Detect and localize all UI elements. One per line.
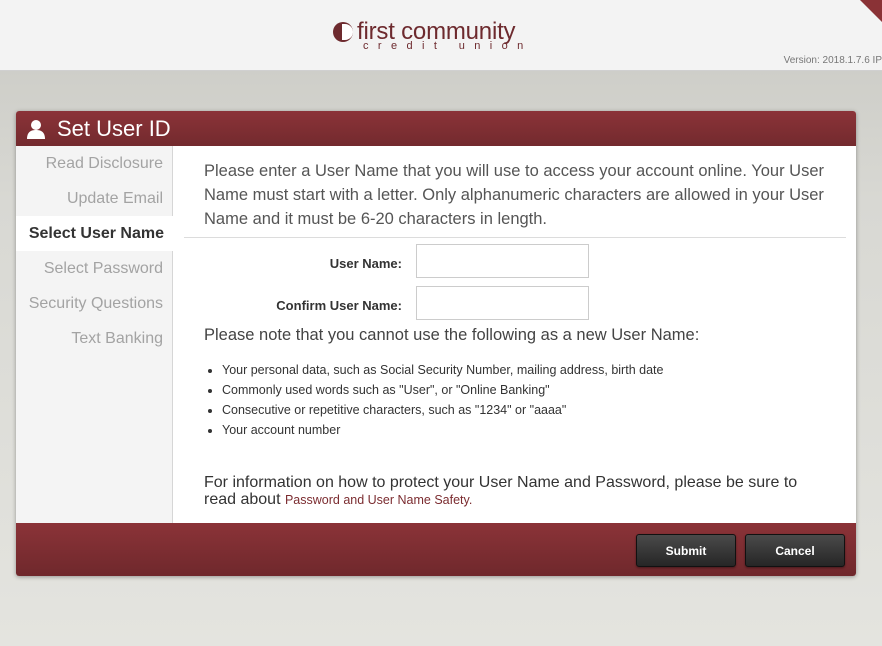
main-content: Please enter a User Name that you will u… [174, 146, 856, 523]
corner-decoration [860, 0, 882, 22]
step-text-banking[interactable]: Text Banking [16, 321, 173, 356]
step-update-email[interactable]: Update Email [16, 181, 173, 216]
cancel-button[interactable]: Cancel [745, 534, 845, 567]
step-select-user-name[interactable]: Select User Name [16, 216, 174, 251]
panel-title: Set User ID [57, 116, 171, 141]
logo-subtext: credit union [363, 40, 533, 52]
logo-mark-icon [333, 22, 353, 42]
step-select-password[interactable]: Select Password [16, 251, 173, 286]
restriction-note: Please note that you cannot use the foll… [204, 326, 700, 344]
confirm-username-label: Confirm User Name: [276, 298, 402, 313]
submit-button[interactable]: Submit [636, 534, 736, 567]
username-input[interactable] [416, 244, 589, 278]
list-item: Commonly used words such as "User", or "… [222, 380, 782, 400]
username-label: User Name: [329, 256, 402, 271]
panel-header: Set User ID [16, 111, 856, 146]
version-text: Version: 2018.1.7.6 IP [783, 55, 882, 66]
divider [184, 237, 846, 238]
confirm-username-input[interactable] [416, 286, 589, 320]
list-item: Consecutive or repetitive characters, su… [222, 400, 782, 420]
panel-footer: Submit Cancel [16, 523, 856, 576]
intro-text: Please enter a User Name that you will u… [204, 162, 824, 228]
set-user-id-panel: Set User ID Read Disclosure Update Email… [16, 111, 856, 576]
step-security-questions[interactable]: Security Questions [16, 286, 173, 321]
step-read-disclosure[interactable]: Read Disclosure [16, 146, 173, 181]
top-header: first community credit union Version: 20… [0, 0, 882, 71]
user-icon [27, 120, 45, 139]
safety-link[interactable]: Password and User Name Safety. [285, 493, 472, 507]
list-item: Your account number [222, 420, 782, 440]
logo[interactable]: first community credit union [333, 18, 543, 54]
safety-info: For information on how to protect your U… [204, 474, 824, 509]
restriction-list: Your personal data, such as Social Secur… [222, 360, 782, 440]
steps-sidebar: Read Disclosure Update Email Select User… [16, 146, 174, 523]
list-item: Your personal data, such as Social Secur… [222, 360, 782, 380]
